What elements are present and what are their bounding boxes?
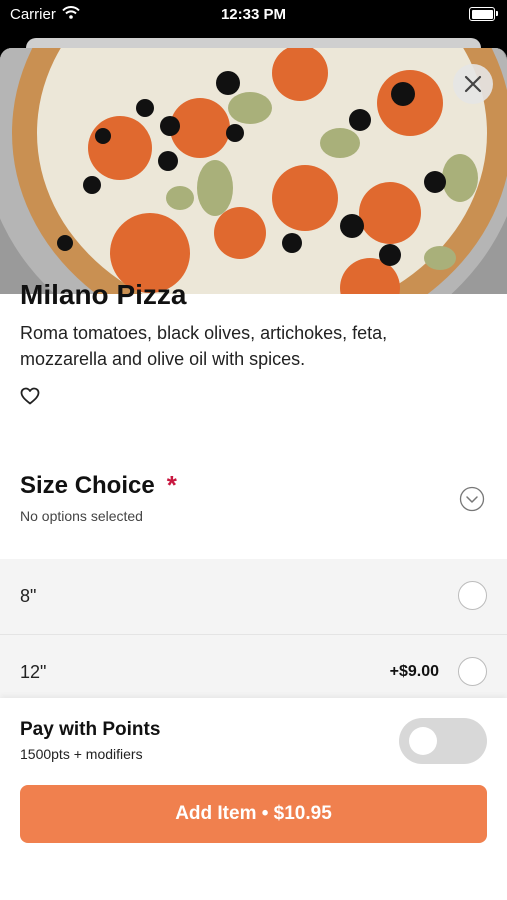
chevron-down-icon — [459, 486, 485, 512]
pay-with-points-subtitle: 1500pts + modifiers — [20, 746, 143, 762]
close-icon — [464, 75, 482, 93]
option-label: 8" — [20, 586, 37, 606]
radio-button[interactable] — [458, 657, 487, 686]
size-option-8[interactable]: 8" — [0, 559, 507, 635]
pizza-photo — [0, 48, 507, 294]
item-title: Milano Pizza — [20, 279, 187, 310]
heart-icon — [20, 387, 40, 405]
option-label: 12" — [20, 662, 47, 682]
battery-icon — [469, 7, 498, 21]
option-price: +$9.00 — [389, 663, 439, 680]
size-choice-title: Size Choice — [20, 471, 155, 499]
size-choice-header[interactable]: Size Choice * — [20, 470, 177, 501]
size-options-list: 8" 12" +$9.00 — [0, 559, 507, 711]
toggle-knob — [409, 727, 437, 755]
size-choice-subtitle: No options selected — [20, 508, 143, 524]
item-description: Roma tomatoes, black olives, artichokes,… — [20, 323, 388, 369]
favorite-button[interactable] — [20, 387, 40, 410]
status-bar: Carrier 12:33 PM — [0, 0, 507, 30]
status-time: 12:33 PM — [220, 6, 287, 23]
close-button[interactable] — [453, 64, 493, 104]
collapse-toggle[interactable] — [459, 486, 485, 517]
checkout-footer: Pay with Points 1500pts + modifiers Add … — [0, 698, 507, 900]
pay-with-points-toggle[interactable] — [399, 718, 487, 764]
required-marker: * — [166, 470, 177, 500]
add-item-button[interactable]: Add Item • $10.95 — [20, 785, 487, 843]
radio-button[interactable] — [458, 581, 487, 610]
pay-with-points-title: Pay with Points — [20, 719, 161, 740]
